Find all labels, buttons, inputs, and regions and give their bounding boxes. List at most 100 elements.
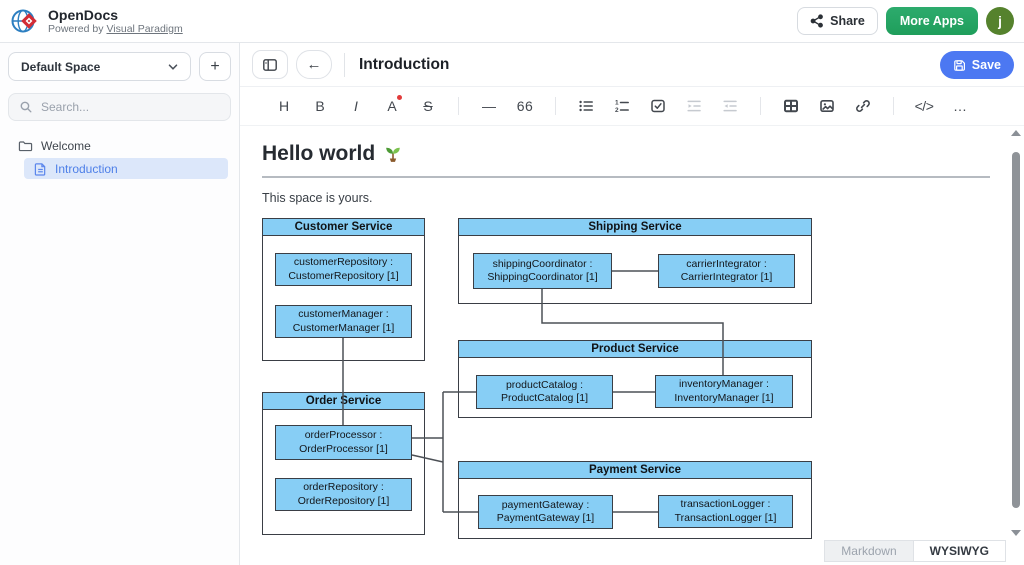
image-button[interactable]: [812, 93, 842, 120]
powered-by: Powered byVisual Paradigm: [48, 23, 183, 35]
table-icon: [783, 98, 799, 114]
task-list-button[interactable]: [643, 93, 673, 120]
document-heading-text: Hello world: [262, 142, 375, 166]
opendocs-app: OpenDocs Powered byVisual Paradigm Share…: [0, 0, 1024, 565]
document-content: Hello world This space is yours.: [240, 126, 1024, 542]
visual-paradigm-link[interactable]: Visual Paradigm: [106, 23, 182, 35]
scroll-down-arrow[interactable]: [1011, 530, 1021, 536]
red-dot: [397, 95, 402, 100]
wysiwyg-mode-button[interactable]: WYSIWYG: [913, 540, 1006, 562]
link-button[interactable]: [848, 93, 878, 120]
main-panel: ← Introduction Save H B I A S —: [240, 43, 1024, 565]
document-icon: [34, 162, 47, 176]
search-input[interactable]: [41, 100, 220, 114]
bullet-list-button[interactable]: [571, 93, 601, 120]
component-diagram[interactable]: Customer Service Shipping Service Produc…: [262, 216, 814, 542]
heading-rule: [262, 176, 990, 178]
image-icon: [819, 98, 835, 114]
service-order: Order Service: [262, 392, 425, 535]
space-selector-value: Default Space: [21, 60, 100, 74]
chevron-down-icon: [166, 60, 180, 74]
toolbar-divider: [555, 97, 556, 115]
markdown-mode-button[interactable]: Markdown: [824, 540, 912, 562]
divider: [344, 53, 345, 77]
page-tree: Welcome Introduction: [8, 135, 231, 179]
brand: OpenDocs Powered byVisual Paradigm: [10, 6, 183, 36]
task-list-icon: [650, 98, 666, 114]
back-arrow-icon: ←: [307, 56, 322, 73]
component-shippingCoordinator: shippingCoordinator :ShippingCoordinator…: [473, 253, 612, 289]
share-icon: [810, 14, 824, 28]
space-row: Default Space +: [8, 52, 231, 81]
space-selector[interactable]: Default Space: [8, 52, 191, 81]
body-row: Default Space + Welcome: [0, 43, 1024, 565]
strikethrough-button[interactable]: S: [413, 93, 443, 120]
search-box[interactable]: [8, 93, 231, 121]
toolbar-divider: [893, 97, 894, 115]
editor-area[interactable]: Hello world This space is yours.: [240, 126, 1024, 540]
back-button[interactable]: ←: [296, 50, 332, 79]
link-icon: [855, 98, 871, 114]
top-header: OpenDocs Powered byVisual Paradigm Share…: [0, 0, 1024, 43]
page-title: Introduction: [359, 56, 449, 74]
folder-icon: [18, 139, 33, 153]
component-carrierIntegrator: carrierIntegrator :CarrierIntegrator [1]: [658, 254, 795, 288]
save-label: Save: [972, 58, 1001, 72]
component-inventoryManager: inventoryManager :InventoryManager [1]: [655, 375, 793, 408]
app-name: OpenDocs: [48, 7, 183, 23]
scrollbar-thumb[interactable]: [1012, 152, 1020, 508]
more-apps-button[interactable]: More Apps: [886, 7, 978, 35]
numbered-list-icon: 12: [614, 98, 630, 114]
indent-icon: [686, 98, 702, 114]
tree-item-label: Welcome: [41, 139, 91, 153]
numbered-list-button[interactable]: 12: [607, 93, 637, 120]
toolbar-divider: [458, 97, 459, 115]
service-customer: Customer Service: [262, 218, 425, 361]
italic-button[interactable]: I: [341, 93, 371, 120]
component-productCatalog: productCatalog :ProductCatalog [1]: [476, 375, 613, 409]
outdent-icon: [722, 98, 738, 114]
visual-paradigm-logo-icon: [10, 6, 40, 36]
service-header: Customer Service: [263, 219, 424, 236]
brand-text: OpenDocs Powered byVisual Paradigm: [48, 7, 183, 35]
outdent-button[interactable]: [715, 93, 745, 120]
bullet-list-icon: [578, 98, 594, 114]
tree-item-welcome[interactable]: Welcome: [8, 135, 231, 156]
heading-button[interactable]: H: [269, 93, 299, 120]
service-header: Order Service: [263, 393, 424, 410]
component-customerManager: customerManager :CustomerManager [1]: [275, 305, 412, 338]
code-button[interactable]: </>: [909, 93, 939, 120]
seedling-emoji-icon: [383, 144, 403, 164]
more-button[interactable]: …: [945, 93, 975, 120]
bold-button[interactable]: B: [305, 93, 335, 120]
topbar-actions: Share More Apps j: [797, 7, 1014, 35]
font-color-button[interactable]: A: [377, 93, 407, 120]
powered-prefix: Powered by: [48, 23, 103, 35]
mode-toggle: Markdown WYSIWYG: [824, 540, 1006, 562]
component-customerRepository: customerRepository :CustomerRepository […: [275, 253, 412, 286]
svg-text:1: 1: [615, 100, 619, 107]
table-button[interactable]: [776, 93, 806, 120]
scroll-up-arrow[interactable]: [1011, 130, 1021, 136]
blockquote-button[interactable]: 66: [510, 93, 540, 120]
tree-item-introduction[interactable]: Introduction: [24, 158, 228, 179]
service-header: Payment Service: [459, 462, 811, 479]
save-icon: [953, 59, 966, 72]
component-orderProcessor: orderProcessor :OrderProcessor [1]: [275, 425, 412, 460]
avatar[interactable]: j: [986, 7, 1014, 35]
service-header: Product Service: [459, 341, 811, 358]
share-label: Share: [830, 14, 865, 28]
indent-button[interactable]: [679, 93, 709, 120]
horizontal-rule-button[interactable]: —: [474, 93, 504, 120]
search-icon: [19, 100, 33, 114]
add-space-button[interactable]: +: [199, 52, 231, 81]
share-button[interactable]: Share: [797, 7, 878, 35]
panel-icon: [262, 57, 278, 73]
component-transactionLogger: transactionLogger :TransactionLogger [1]: [658, 495, 793, 528]
editor-scrollbar[interactable]: [1009, 128, 1022, 538]
save-button[interactable]: Save: [940, 51, 1014, 79]
sidebar: Default Space + Welcome: [0, 43, 240, 565]
toggle-sidebar-button[interactable]: [252, 50, 288, 79]
tree-item-label: Introduction: [55, 162, 118, 176]
body-text: This space is yours.: [262, 191, 990, 205]
